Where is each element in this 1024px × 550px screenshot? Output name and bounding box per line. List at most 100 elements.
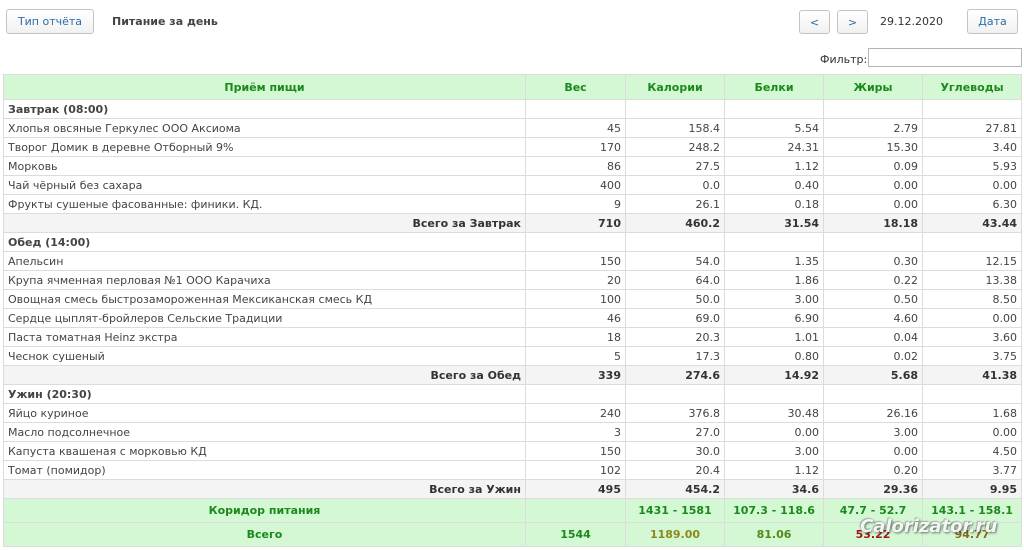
item-protein: 30.48 — [724, 403, 824, 423]
food-item-row: Чеснок сушеный 5 17.3 0.80 0.02 3.75 — [3, 346, 1022, 366]
item-weight: 102 — [525, 460, 626, 480]
item-fat: 0.22 — [823, 270, 923, 290]
item-calories: 158.4 — [625, 118, 725, 138]
item-fat: 0.00 — [823, 194, 923, 214]
empty-cell — [823, 99, 923, 119]
meal-section-title: Обед (14:00) — [3, 232, 526, 252]
empty-cell — [625, 384, 725, 404]
empty-cell — [922, 99, 1022, 119]
header-protein[interactable]: Белки — [724, 74, 824, 100]
next-day-button[interactable]: > — [837, 10, 868, 34]
item-weight: 86 — [525, 156, 626, 176]
meal-subtotal-row: Всего за Завтрак 710 460.2 31.54 18.18 43.44 — [3, 213, 1022, 233]
meal-section-row: Ужин (20:30) — [3, 384, 1022, 404]
subtotal-calories: 460.2 — [625, 213, 725, 233]
subtotal-fat: 29.36 — [823, 479, 923, 499]
food-item-row: Сердце цыплят-бройлеров Сельские Традици… — [3, 308, 1022, 328]
item-fat: 0.02 — [823, 346, 923, 366]
item-weight: 400 — [525, 175, 626, 195]
food-item-row: Яйцо куриное 240 376.8 30.48 26.16 1.68 — [3, 403, 1022, 423]
date-picker-button[interactable]: Дата — [967, 9, 1018, 34]
item-weight: 46 — [525, 308, 626, 328]
item-carbs: 3.77 — [922, 460, 1022, 480]
item-calories: 17.3 — [625, 346, 725, 366]
item-calories: 20.3 — [625, 327, 725, 347]
item-name: Апельсин — [3, 251, 526, 271]
food-item-row: Овощная смесь быстрозамороженная Мексика… — [3, 289, 1022, 309]
header-calories[interactable]: Калории — [625, 74, 725, 100]
report-type-button[interactable]: Тип отчёта — [6, 9, 94, 34]
empty-cell — [525, 232, 626, 252]
item-protein: 0.00 — [724, 422, 824, 442]
food-item-row: Капуста квашеная с морковью КД 150 30.0 3.0… — [3, 441, 1022, 461]
item-carbs: 1.68 — [922, 403, 1022, 423]
item-calories: 376.8 — [625, 403, 725, 423]
subtotal-weight: 710 — [525, 213, 626, 233]
prev-day-button[interactable]: < — [799, 10, 830, 34]
item-protein: 0.80 — [724, 346, 824, 366]
item-calories: 27.5 — [625, 156, 725, 176]
header-fat[interactable]: Жиры — [823, 74, 923, 100]
item-weight: 18 — [525, 327, 626, 347]
corridor-carbs: 143.1 - 158.1 — [922, 498, 1022, 523]
subtotal-carbs: 41.38 — [922, 365, 1022, 385]
empty-cell — [625, 232, 725, 252]
food-item-row: Крупа ячменная перловая №1 ООО Карачиха 2… — [3, 270, 1022, 290]
item-name: Томат (помидор) — [3, 460, 526, 480]
item-weight: 3 — [525, 422, 626, 442]
empty-cell — [724, 99, 824, 119]
item-carbs: 13.38 — [922, 270, 1022, 290]
item-fat: 0.20 — [823, 460, 923, 480]
item-name: Чеснок сушеный — [3, 346, 526, 366]
item-protein: 1.86 — [724, 270, 824, 290]
filter-input[interactable] — [868, 48, 1022, 67]
item-carbs: 12.15 — [922, 251, 1022, 271]
item-weight: 150 — [525, 251, 626, 271]
nutrition-table: Приём пищи Вес Калории Белки Жиры Углево… — [3, 74, 1022, 547]
subtotal-name: Всего за Завтрак — [3, 213, 526, 233]
header-meal[interactable]: Приём пищи — [3, 74, 526, 100]
item-name: Морковь — [3, 156, 526, 176]
item-weight: 240 — [525, 403, 626, 423]
header-weight[interactable]: Вес — [525, 74, 626, 100]
item-weight: 9 — [525, 194, 626, 214]
item-calories: 26.1 — [625, 194, 725, 214]
item-calories: 54.0 — [625, 251, 725, 271]
item-fat: 2.79 — [823, 118, 923, 138]
item-carbs: 6.30 — [922, 194, 1022, 214]
total-weight: 1544 — [525, 522, 626, 547]
item-protein: 0.40 — [724, 175, 824, 195]
item-carbs: 3.40 — [922, 137, 1022, 157]
food-item-row: Томат (помидор) 102 20.4 1.12 0.20 3.77 — [3, 460, 1022, 480]
item-fat: 0.50 — [823, 289, 923, 309]
item-protein: 1.12 — [724, 460, 824, 480]
food-item-row: Морковь 86 27.5 1.12 0.09 5.93 — [3, 156, 1022, 176]
item-fat: 0.04 — [823, 327, 923, 347]
total-row: Всего 1544 1189.00 81.06 53.22 94.77 — [3, 522, 1022, 547]
item-name: Овощная смесь быстрозамороженная Мексика… — [3, 289, 526, 309]
item-weight: 20 — [525, 270, 626, 290]
empty-cell — [922, 232, 1022, 252]
subtotal-calories: 454.2 — [625, 479, 725, 499]
subtotal-fat: 18.18 — [823, 213, 923, 233]
food-item-row: Масло подсолнечное 3 27.0 0.00 3.00 0.00 — [3, 422, 1022, 442]
empty-cell — [922, 384, 1022, 404]
item-calories: 30.0 — [625, 441, 725, 461]
item-name: Фрукты сушеные фасованные: финики. КД. — [3, 194, 526, 214]
item-protein: 1.01 — [724, 327, 824, 347]
item-carbs: 5.93 — [922, 156, 1022, 176]
item-protein: 24.31 — [724, 137, 824, 157]
item-fat: 0.00 — [823, 441, 923, 461]
nutrition-corridor-row: Коридор питания 1431 - 1581 107.3 - 118.… — [3, 498, 1022, 523]
meal-section-title: Завтрак (08:00) — [3, 99, 526, 119]
subtotal-carbs: 9.95 — [922, 479, 1022, 499]
header-carbs[interactable]: Углеводы — [922, 74, 1022, 100]
subtotal-weight: 339 — [525, 365, 626, 385]
item-protein: 6.90 — [724, 308, 824, 328]
item-name: Сердце цыплят-бройлеров Сельские Традици… — [3, 308, 526, 328]
item-weight: 100 — [525, 289, 626, 309]
item-calories: 69.0 — [625, 308, 725, 328]
meal-subtotal-row: Всего за Обед 339 274.6 14.92 5.68 41.38 — [3, 365, 1022, 385]
item-carbs: 27.81 — [922, 118, 1022, 138]
item-fat: 0.30 — [823, 251, 923, 271]
